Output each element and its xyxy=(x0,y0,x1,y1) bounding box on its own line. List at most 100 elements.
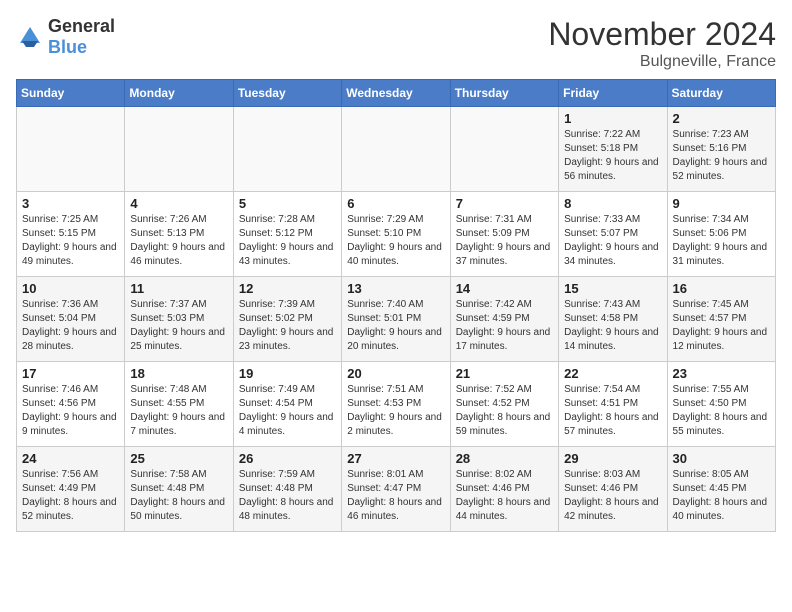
day-info: Sunrise: 7:56 AM Sunset: 4:49 PM Dayligh… xyxy=(22,468,119,524)
day-number: 6 xyxy=(347,196,444,211)
calendar-week-4: 17Sunrise: 7:46 AM Sunset: 4:56 PM Dayli… xyxy=(17,362,776,447)
calendar-cell: 21 Sunrise: 7:52 AM Sunset: 4:52 PM Dayli… xyxy=(450,362,558,447)
calendar-cell: 29 Sunrise: 8:03 AM Sunset: 4:46 PM Dayli… xyxy=(559,447,667,532)
day-info: Sunrise: 7:58 AM Sunset: 4:48 PM Dayligh… xyxy=(130,468,227,524)
calendar-cell: 26 Sunrise: 7:59 AM Sunset: 4:48 PM Dayli… xyxy=(233,447,341,532)
day-info: Sunrise: 7:29 AM Sunset: 5:10 PM Dayligh… xyxy=(347,213,444,269)
weekday-header-friday: Friday xyxy=(559,80,667,107)
calendar-cell: 18Sunrise: 7:48 AM Sunset: 4:55 PM Dayli… xyxy=(125,362,233,447)
day-number: 27 xyxy=(347,451,444,466)
day-info: Sunrise: 7:51 AM Sunset: 4:53 PM Dayligh… xyxy=(347,383,444,439)
day-number: 9 xyxy=(673,196,770,211)
day-number: 29 xyxy=(564,451,661,466)
page-header: General Blue November 2024 Bulgneville, … xyxy=(16,16,776,71)
day-info: Sunrise: 7:36 AM Sunset: 5:04 PM Dayligh… xyxy=(22,298,119,354)
logo: General Blue xyxy=(16,16,115,58)
calendar-cell: 10 Sunrise: 7:36 AM Sunset: 5:04 PM Dayli… xyxy=(17,277,125,362)
day-info: Sunrise: 8:05 AM Sunset: 4:45 PM Dayligh… xyxy=(673,468,770,524)
day-number: 11 xyxy=(130,281,227,296)
logo-icon xyxy=(16,23,44,51)
day-info: Sunrise: 7:43 AM Sunset: 4:58 PM Dayligh… xyxy=(564,298,661,354)
calendar-cell xyxy=(233,107,341,192)
weekday-header-wednesday: Wednesday xyxy=(342,80,450,107)
day-info: Sunrise: 7:45 AM Sunset: 4:57 PM Dayligh… xyxy=(673,298,770,354)
day-number: 21 xyxy=(456,366,553,381)
day-number: 3 xyxy=(22,196,119,211)
day-number: 5 xyxy=(239,196,336,211)
day-number: 13 xyxy=(347,281,444,296)
calendar-cell: 22 Sunrise: 7:54 AM Sunset: 4:51 PM Dayli… xyxy=(559,362,667,447)
weekday-header-monday: Monday xyxy=(125,80,233,107)
day-info: Sunrise: 7:55 AM Sunset: 4:50 PM Dayligh… xyxy=(673,383,770,439)
calendar-table: SundayMondayTuesdayWednesdayThursdayFrid… xyxy=(16,79,776,532)
weekday-header-sunday: Sunday xyxy=(17,80,125,107)
calendar-cell: 13Sunrise: 7:40 AM Sunset: 5:01 PM Dayli… xyxy=(342,277,450,362)
day-number: 14 xyxy=(456,281,553,296)
calendar-cell: 15Sunrise: 7:43 AM Sunset: 4:58 PM Dayli… xyxy=(559,277,667,362)
calendar-cell xyxy=(450,107,558,192)
day-info: Sunrise: 8:01 AM Sunset: 4:47 PM Dayligh… xyxy=(347,468,444,524)
day-info: Sunrise: 7:39 AM Sunset: 5:02 PM Dayligh… xyxy=(239,298,336,354)
day-number: 1 xyxy=(564,111,661,126)
day-info: Sunrise: 7:52 AM Sunset: 4:52 PM Dayligh… xyxy=(456,383,553,439)
title-block: November 2024 Bulgneville, France xyxy=(548,16,776,71)
day-number: 22 xyxy=(564,366,661,381)
day-number: 8 xyxy=(564,196,661,211)
logo-text-blue: Blue xyxy=(48,37,87,57)
day-info: Sunrise: 7:23 AM Sunset: 5:16 PM Dayligh… xyxy=(673,128,770,184)
day-number: 20 xyxy=(347,366,444,381)
day-number: 26 xyxy=(239,451,336,466)
calendar-cell: 27 Sunrise: 8:01 AM Sunset: 4:47 PM Dayli… xyxy=(342,447,450,532)
day-info: Sunrise: 8:03 AM Sunset: 4:46 PM Dayligh… xyxy=(564,468,661,524)
calendar-week-5: 24 Sunrise: 7:56 AM Sunset: 4:49 PM Dayli… xyxy=(17,447,776,532)
calendar-cell: 30 Sunrise: 8:05 AM Sunset: 4:45 PM Dayli… xyxy=(667,447,775,532)
calendar-cell: 2 Sunrise: 7:23 AM Sunset: 5:16 PM Daylig… xyxy=(667,107,775,192)
day-info: Sunrise: 7:28 AM Sunset: 5:12 PM Dayligh… xyxy=(239,213,336,269)
day-info: Sunrise: 7:42 AM Sunset: 4:59 PM Dayligh… xyxy=(456,298,553,354)
logo-text-general: General xyxy=(48,16,115,36)
weekday-header-saturday: Saturday xyxy=(667,80,775,107)
day-info: Sunrise: 7:54 AM Sunset: 4:51 PM Dayligh… xyxy=(564,383,661,439)
calendar-cell: 8 Sunrise: 7:33 AM Sunset: 5:07 PM Daylig… xyxy=(559,192,667,277)
calendar-week-2: 3 Sunrise: 7:25 AM Sunset: 5:15 PM Daylig… xyxy=(17,192,776,277)
calendar-cell: 28 Sunrise: 8:02 AM Sunset: 4:46 PM Dayli… xyxy=(450,447,558,532)
calendar-cell: 11 Sunrise: 7:37 AM Sunset: 5:03 PM Dayli… xyxy=(125,277,233,362)
day-number: 19 xyxy=(239,366,336,381)
day-number: 23 xyxy=(673,366,770,381)
calendar-cell xyxy=(17,107,125,192)
calendar-cell: 5 Sunrise: 7:28 AM Sunset: 5:12 PM Daylig… xyxy=(233,192,341,277)
location-title: Bulgneville, France xyxy=(548,53,776,71)
day-number: 12 xyxy=(239,281,336,296)
day-info: Sunrise: 8:02 AM Sunset: 4:46 PM Dayligh… xyxy=(456,468,553,524)
calendar-cell: 20 Sunrise: 7:51 AM Sunset: 4:53 PM Dayli… xyxy=(342,362,450,447)
calendar-cell: 9 Sunrise: 7:34 AM Sunset: 5:06 PM Daylig… xyxy=(667,192,775,277)
calendar-cell: 16 Sunrise: 7:45 AM Sunset: 4:57 PM Dayli… xyxy=(667,277,775,362)
calendar-cell: 25 Sunrise: 7:58 AM Sunset: 4:48 PM Dayli… xyxy=(125,447,233,532)
day-number: 30 xyxy=(673,451,770,466)
weekday-header-thursday: Thursday xyxy=(450,80,558,107)
day-info: Sunrise: 7:25 AM Sunset: 5:15 PM Dayligh… xyxy=(22,213,119,269)
calendar-cell: 14 Sunrise: 7:42 AM Sunset: 4:59 PM Dayli… xyxy=(450,277,558,362)
calendar-cell: 12 Sunrise: 7:39 AM Sunset: 5:02 PM Dayli… xyxy=(233,277,341,362)
day-number: 16 xyxy=(673,281,770,296)
day-number: 4 xyxy=(130,196,227,211)
day-info: Sunrise: 7:49 AM Sunset: 4:54 PM Dayligh… xyxy=(239,383,336,439)
calendar-cell: 6 Sunrise: 7:29 AM Sunset: 5:10 PM Daylig… xyxy=(342,192,450,277)
day-number: 10 xyxy=(22,281,119,296)
day-number: 28 xyxy=(456,451,553,466)
calendar-cell: 3 Sunrise: 7:25 AM Sunset: 5:15 PM Daylig… xyxy=(17,192,125,277)
calendar-cell: 24 Sunrise: 7:56 AM Sunset: 4:49 PM Dayli… xyxy=(17,447,125,532)
day-info: Sunrise: 7:37 AM Sunset: 5:03 PM Dayligh… xyxy=(130,298,227,354)
day-info: Sunrise: 7:34 AM Sunset: 5:06 PM Dayligh… xyxy=(673,213,770,269)
calendar-week-3: 10 Sunrise: 7:36 AM Sunset: 5:04 PM Dayli… xyxy=(17,277,776,362)
calendar-cell: 4Sunrise: 7:26 AM Sunset: 5:13 PM Daylig… xyxy=(125,192,233,277)
day-number: 2 xyxy=(673,111,770,126)
day-number: 24 xyxy=(22,451,119,466)
calendar-cell: 7Sunrise: 7:31 AM Sunset: 5:09 PM Daylig… xyxy=(450,192,558,277)
day-number: 25 xyxy=(130,451,227,466)
day-info: Sunrise: 7:33 AM Sunset: 5:07 PM Dayligh… xyxy=(564,213,661,269)
day-number: 18 xyxy=(130,366,227,381)
day-number: 17 xyxy=(22,366,119,381)
day-info: Sunrise: 7:59 AM Sunset: 4:48 PM Dayligh… xyxy=(239,468,336,524)
calendar-week-1: 1Sunrise: 7:22 AM Sunset: 5:18 PM Daylig… xyxy=(17,107,776,192)
